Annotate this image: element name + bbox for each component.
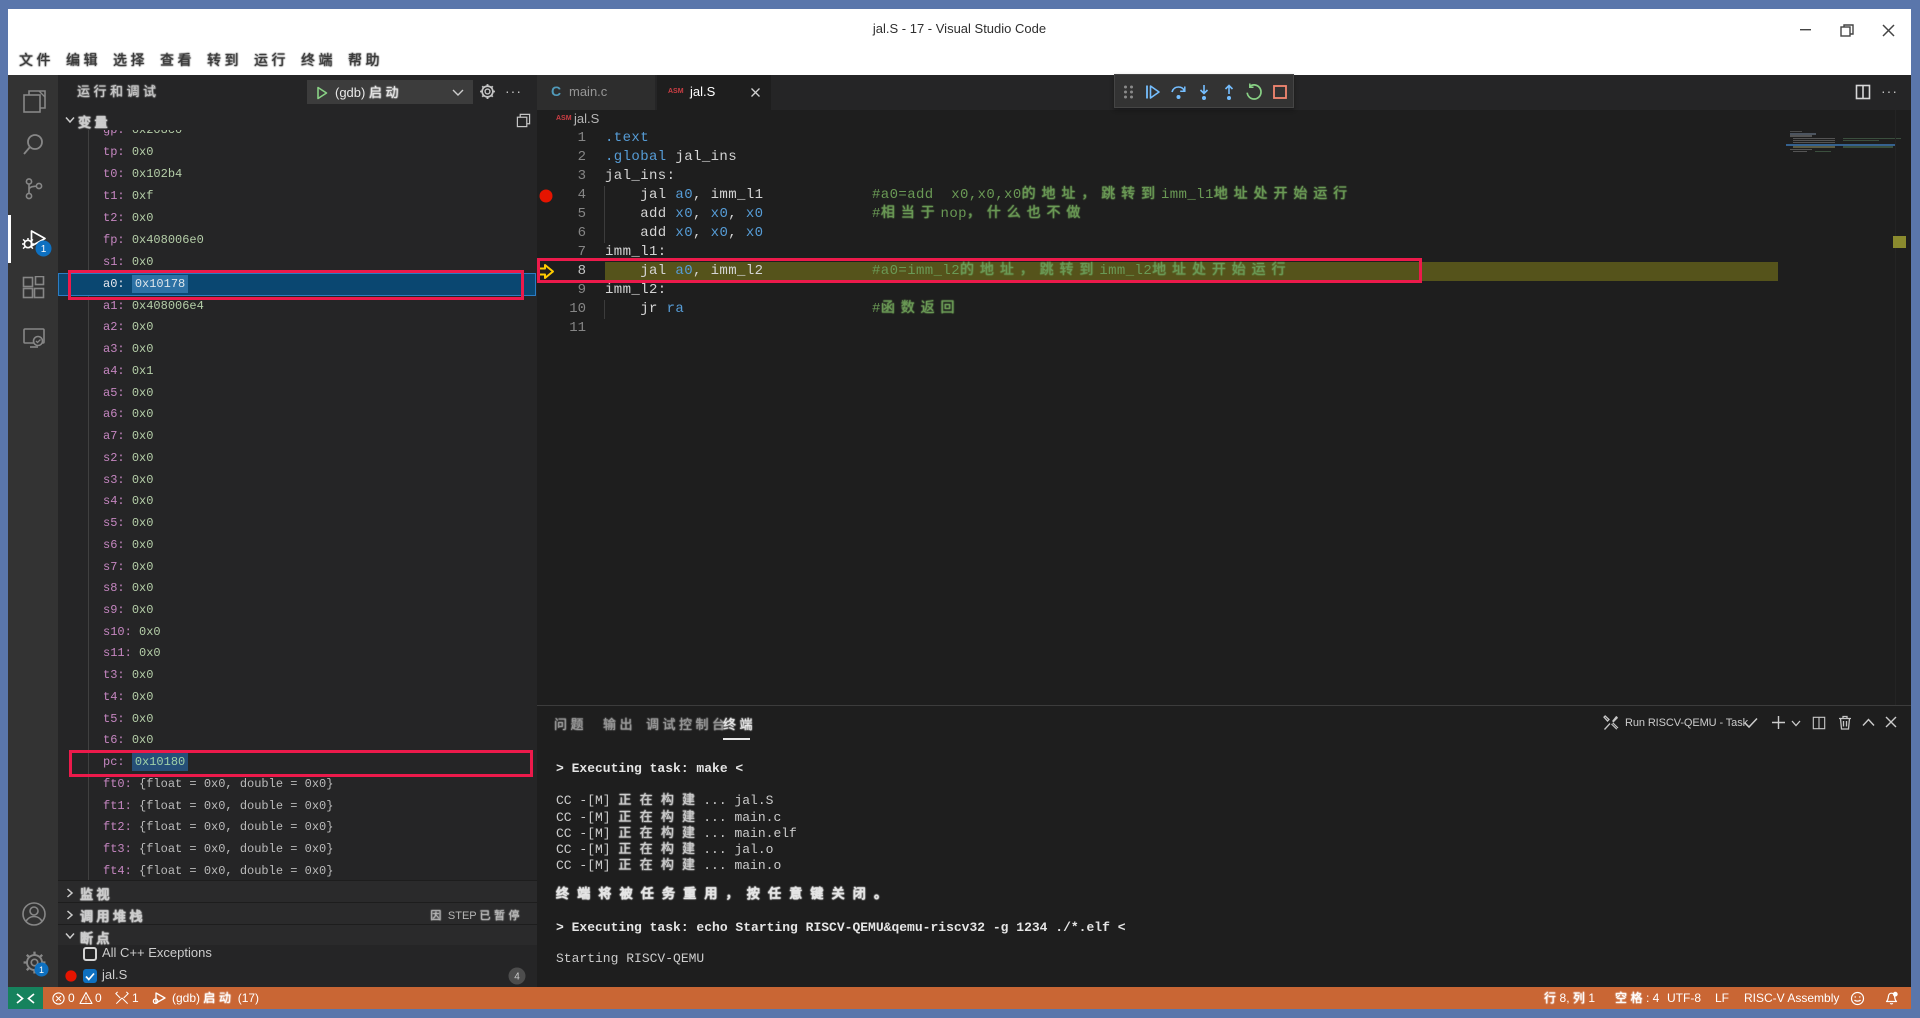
svg-text:4: 4 — [514, 972, 520, 983]
svg-text:1: 1 — [39, 965, 44, 975]
svg-text:1: 1 — [41, 244, 47, 255]
